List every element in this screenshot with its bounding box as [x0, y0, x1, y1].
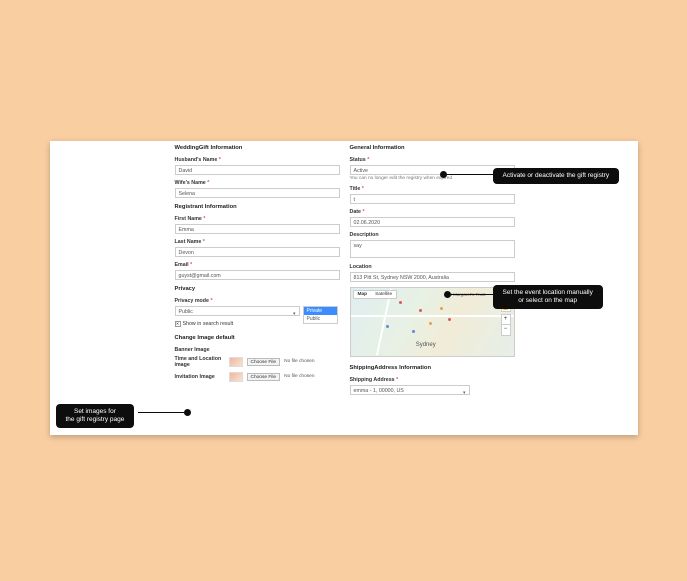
wife-name-label: Wife's Name * — [175, 180, 340, 186]
first-name-input[interactable]: Emma — [175, 224, 340, 234]
callout-status-dot — [440, 171, 447, 178]
email-label: Email * — [175, 262, 340, 268]
section-images-title: Change Image default — [175, 335, 340, 343]
location-label: Location — [350, 264, 515, 270]
title-input[interactable]: t — [350, 194, 515, 204]
last-name-input[interactable]: Devon — [175, 247, 340, 257]
field-shipping-address: Shipping Address * emma - 1, 00000, US ▾ — [350, 377, 515, 395]
chevron-down-icon: ▾ — [463, 388, 466, 398]
field-husband-name: Husband's Name * David — [175, 157, 340, 175]
field-first-name: First Name * Emma — [175, 216, 340, 234]
first-name-label: First Name * — [175, 216, 340, 222]
field-date: Date * 02.06.2020 — [350, 209, 515, 227]
callout-images-line — [138, 412, 186, 413]
banner-image-label: Banner Image — [175, 347, 340, 353]
time-location-choose-button[interactable]: Choose File — [247, 358, 281, 366]
invitation-nofile: No file chosen — [284, 374, 314, 379]
map[interactable]: Map Satellite St Margaret's Trust Sydney… — [350, 287, 515, 357]
section-general-title: General Information — [350, 145, 515, 153]
left-column: WeddingGift Information Husband's Name *… — [175, 145, 340, 386]
map-zoom-controls[interactable]: + − — [501, 314, 511, 336]
field-email: Email * guyst@gmail.com — [175, 262, 340, 280]
privacy-mode-select[interactable]: Public ▾ — [175, 306, 300, 316]
time-location-nofile: No file chosen — [284, 359, 314, 364]
status-hint: You can no longer edit the registry when… — [350, 176, 515, 181]
last-name-label: Last Name * — [175, 239, 340, 245]
wife-name-input[interactable]: Selena — [175, 188, 340, 198]
shipping-address-label: Shipping Address * — [350, 377, 515, 383]
chevron-down-icon: ▾ — [293, 309, 296, 319]
privacy-option-public[interactable]: Public — [304, 315, 337, 323]
privacy-option-private[interactable]: Private — [304, 307, 337, 315]
show-in-search-label: Show in search result — [183, 321, 234, 327]
title-label: Title * — [350, 186, 515, 192]
email-input[interactable]: guyst@gmail.com — [175, 270, 340, 280]
date-label: Date * — [350, 209, 515, 215]
date-input[interactable]: 02.06.2020 — [350, 217, 515, 227]
section-registrant-title: Registrant Information — [175, 204, 340, 212]
section-shipping-title: ShippingAddress Information — [350, 365, 515, 373]
right-column: General Information Status * Active ▾ Yo… — [350, 145, 515, 400]
description-textarea[interactable]: say — [350, 240, 515, 258]
show-in-search-checkbox[interactable]: ✕ — [175, 321, 181, 327]
callout-status: Activate or deactivate the gift registry — [493, 168, 620, 184]
section-wedding-title: WeddingGift Information — [175, 145, 340, 153]
field-wife-name: Wife's Name * Selena — [175, 180, 340, 198]
section-privacy-title: Privacy — [175, 286, 340, 294]
background-card: WeddingGift Information Husband's Name *… — [28, 101, 660, 481]
callout-images: Set images for the gift registry page — [56, 404, 135, 428]
shipping-address-select[interactable]: emma - 1, 00000, US ▾ — [350, 385, 470, 395]
field-last-name: Last Name * Devon — [175, 239, 340, 257]
time-location-image-row: Time and Location image Choose File No f… — [175, 356, 340, 368]
time-location-thumb — [229, 357, 243, 367]
invitation-image-label: Invitation Image — [175, 374, 225, 380]
map-place-main: Sydney — [416, 342, 436, 348]
husband-name-label: Husband's Name * — [175, 157, 340, 163]
field-description: Description say — [350, 232, 515, 258]
location-input[interactable]: 813 Pitt St, Sydney NSW 2000, Australia — [350, 272, 515, 282]
callout-location: Set the event location manually or selec… — [493, 285, 603, 309]
time-location-image-label: Time and Location image — [175, 356, 225, 368]
field-location: Location 813 Pitt St, Sydney NSW 2000, A… — [350, 264, 515, 282]
status-label: Status * — [350, 157, 515, 163]
callout-location-line — [450, 294, 495, 295]
invitation-choose-button[interactable]: Choose File — [247, 373, 281, 381]
field-privacy-mode: Privacy mode * Public ▾ Private Public — [175, 298, 340, 316]
field-title: Title * t — [350, 186, 515, 204]
husband-name-input[interactable]: David — [175, 165, 340, 175]
invitation-thumb — [229, 372, 243, 382]
privacy-mode-dropdown[interactable]: Private Public — [303, 306, 338, 324]
description-label: Description — [350, 232, 515, 238]
field-status: Status * Active ▾ You can no longer edit… — [350, 157, 515, 181]
map-type-satellite[interactable]: Satellite — [371, 291, 396, 298]
map-zoom-in[interactable]: + — [502, 315, 510, 325]
invitation-image-row: Invitation Image Choose File No file cho… — [175, 372, 340, 382]
callout-location-dot — [444, 291, 451, 298]
map-zoom-out[interactable]: − — [502, 325, 510, 335]
map-type-toolbar[interactable]: Map Satellite — [353, 290, 398, 299]
callout-status-line — [446, 174, 496, 175]
privacy-mode-label: Privacy mode * — [175, 298, 340, 304]
callout-images-dot — [184, 409, 191, 416]
map-type-map[interactable]: Map — [354, 291, 372, 298]
